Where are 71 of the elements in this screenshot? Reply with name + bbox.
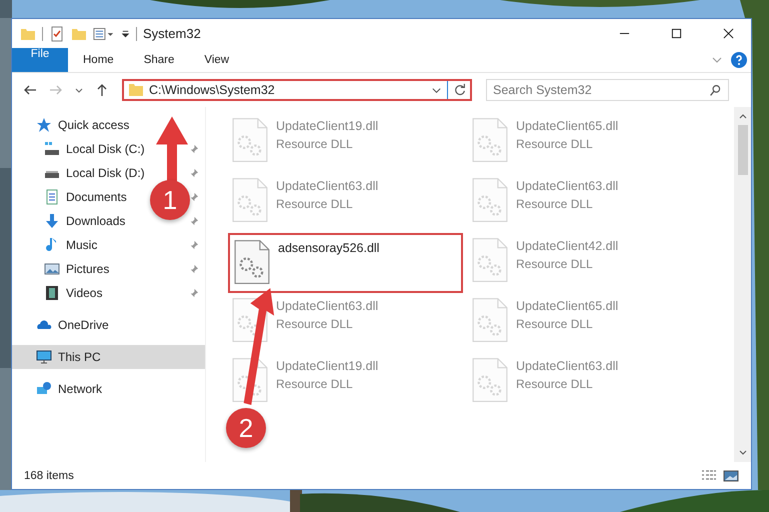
file-name: UpdateClient63.dll [276, 179, 378, 193]
sidebar-item[interactable]: Quick access [12, 113, 205, 137]
pin-icon[interactable] [188, 240, 199, 250]
file-type: Resource DLL [276, 317, 354, 331]
large-icons-view-icon[interactable] [723, 468, 739, 482]
file-name: adsensoray526.dll [278, 241, 380, 255]
scroll-thumb[interactable] [738, 125, 748, 175]
file-name: UpdateClient63.dll [516, 179, 618, 193]
file-name: UpdateClient65.dll [516, 119, 618, 133]
pin-icon[interactable] [188, 168, 199, 178]
pin-icon[interactable] [188, 288, 199, 298]
star-icon [36, 117, 52, 133]
details-view-icon[interactable] [701, 468, 717, 482]
file-name: UpdateClient65.dll [516, 299, 618, 313]
folder-icon [128, 82, 144, 98]
document-icon [44, 189, 60, 205]
file-name: UpdateClient19.dll [276, 119, 378, 133]
drive-icon [44, 141, 60, 157]
computer-icon [36, 349, 52, 365]
sidebar-item[interactable]: Videos [66, 286, 102, 300]
sidebar-label: OneDrive [58, 318, 109, 332]
ribbon-tab[interactable]: Share [128, 48, 190, 72]
download-icon [44, 213, 60, 229]
refresh-icon[interactable] [453, 83, 467, 97]
file-item[interactable]: adsensoray526.dll [228, 233, 463, 293]
file-type: Resource DLL [516, 137, 594, 151]
file-type: Resource DLL [516, 377, 594, 391]
sidebar-label: This PC [58, 350, 101, 364]
sidebar-item[interactable]: This PC [12, 345, 205, 369]
sidebar-label: Quick access [58, 118, 130, 132]
sidebar-item[interactable]: Music [66, 238, 98, 252]
file-type: Resource DLL [276, 137, 354, 151]
pin-icon[interactable] [188, 216, 199, 226]
search-field[interactable]: Search System32 [486, 79, 729, 101]
close-icon[interactable] [722, 28, 734, 39]
ribbon-tab[interactable]: File [12, 48, 68, 72]
ribbon-tab[interactable]: Home [68, 48, 129, 72]
film-icon [44, 285, 60, 301]
file-type: Resource DLL [516, 197, 594, 211]
settings-file-icon[interactable] [234, 239, 270, 285]
sidebar-label: Network [58, 382, 102, 396]
network-icon [36, 381, 52, 397]
sidebar-item[interactable]: OneDrive [12, 313, 205, 337]
view-options-icon[interactable] [93, 26, 115, 42]
file-name: UpdateClient42.dll [516, 239, 618, 253]
sidebar-item[interactable]: Local Disk (D:) [66, 166, 145, 180]
window-title: System32 [143, 26, 201, 41]
address-path: C:\Windows\System32 [149, 83, 276, 97]
sidebar-item[interactable]: Documents [66, 190, 127, 204]
item-count: 168 items [24, 470, 74, 482]
sidebar-item[interactable]: Pictures [66, 262, 110, 276]
file-name: UpdateClient63.dll [276, 299, 378, 313]
maximize-icon[interactable] [670, 28, 682, 39]
sidebar-item[interactable]: Local Disk (C:) [66, 142, 145, 156]
properties-icon[interactable] [49, 26, 65, 42]
picture-icon [44, 261, 60, 277]
ribbon-tab[interactable]: View [189, 48, 244, 72]
file-type: Resource DLL [516, 257, 594, 271]
file-name: UpdateClient19.dll [276, 359, 378, 373]
help-icon[interactable] [731, 52, 747, 68]
sidebar-item[interactable]: Downloads [66, 214, 126, 228]
pin-icon[interactable] [188, 264, 199, 274]
pin-icon[interactable] [188, 144, 199, 154]
address-bar[interactable]: C:\Windows\System32 [122, 79, 472, 101]
sidebar-item[interactable]: Network [12, 377, 205, 401]
file-type: Resource DLL [516, 317, 594, 331]
file-type: Resource DLL [276, 377, 354, 391]
file-type: Resource DLL [276, 197, 354, 211]
search-icon [709, 84, 722, 97]
pin-icon[interactable] [188, 192, 199, 202]
file-name: UpdateClient63.dll [516, 359, 618, 373]
